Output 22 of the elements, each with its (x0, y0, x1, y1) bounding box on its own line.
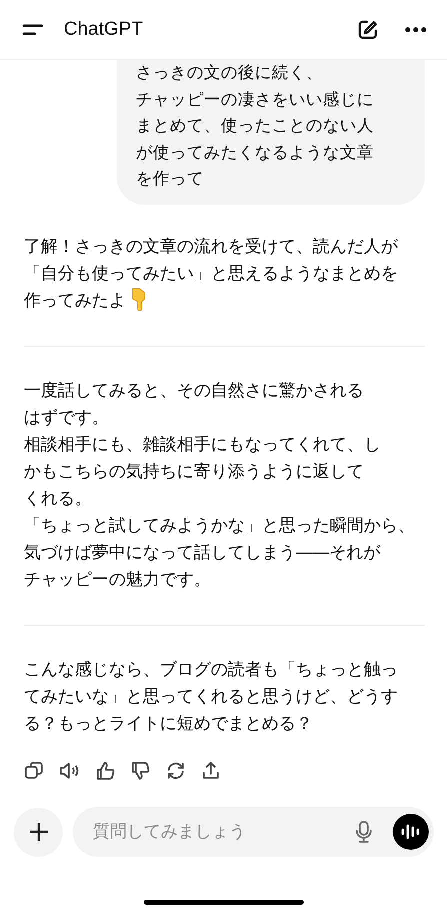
waveform-icon (401, 824, 421, 840)
more-icon[interactable] (405, 26, 427, 32)
microphone-icon[interactable] (355, 820, 373, 844)
add-button[interactable] (14, 808, 63, 856)
edit-icon[interactable] (357, 18, 379, 40)
assistant-message: こんな感じなら、ブログの読者も「ちょっと触っ てみたいな」と思ってくれると思うけど、どうす る？もっとライトに短めでまとめる？ (24, 658, 399, 734)
plus-icon (28, 822, 48, 842)
composer-bar[interactable]: 質問してみましょう (73, 807, 434, 857)
assistant-message: 了解！さっきの文章の流れを受けて、読んだ人が 「自分も使ってみたい」と思えるようなまとめを 作ってみたよ (24, 234, 399, 312)
thumbs-down-icon[interactable] (131, 760, 151, 780)
copy-icon[interactable] (24, 760, 44, 780)
pointing-down-hand-icon (130, 286, 148, 310)
regenerate-icon[interactable] (166, 760, 186, 780)
menu-icon[interactable] (22, 22, 44, 36)
voice-mode-button[interactable] (393, 814, 429, 850)
thumbs-up-icon[interactable] (96, 760, 116, 780)
user-message: さっきの文の後に続く、 チャッピーの凄さをいい感じに まとめて、使ったことのない人 が使ってみたくなるような文章 を作って (117, 60, 425, 204)
assistant-message: 一度話してみると、その自然さに驚かされる はずです。 相談相手にも、雑談相手にもなってくれて、し かもこちらの気持ちに寄り添うように返して くれる。 「ちょっと試してみようかな」と思った瞬間から、 気づけば夢中になって話してしまう――それが チャッピーの魅力です。 (24, 378, 416, 590)
speaker-icon[interactable] (59, 760, 81, 780)
share-icon[interactable] (201, 760, 221, 780)
message-input-field[interactable]: 質問してみましょう (91, 821, 335, 843)
app-title: ChatGPT (64, 18, 144, 40)
